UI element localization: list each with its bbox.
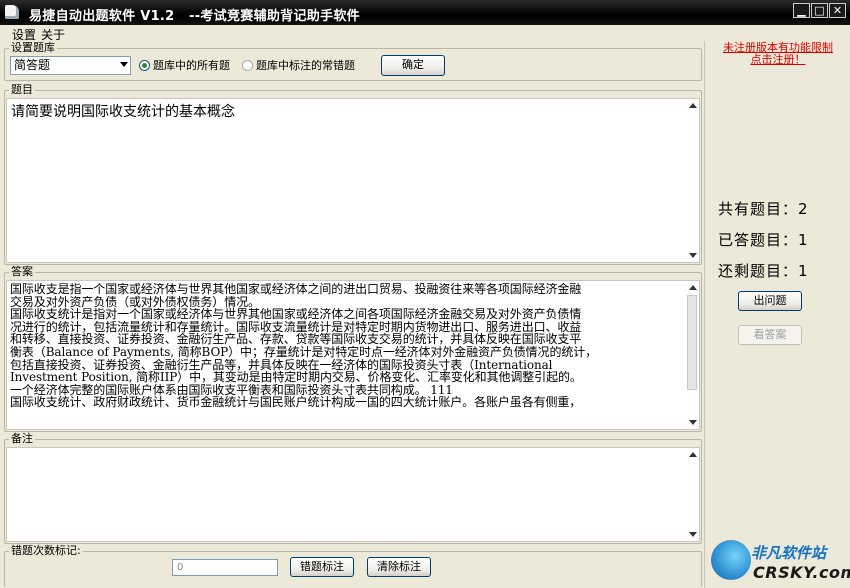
- notes-textarea[interactable]: [6, 447, 700, 542]
- answer-line: 交易及对外资产负债（或对外债权债务）情况。: [10, 295, 260, 309]
- question-scrollbar[interactable]: [686, 99, 699, 262]
- app-icon: [5, 5, 19, 19]
- answer-line: 一个经济体完整的国际账户体系由国际收支平衡表和国际投资头寸表共同构成。 111: [10, 383, 453, 397]
- menu-bar: 设置 关于: [0, 25, 705, 42]
- answered-label: 已答题目：: [718, 231, 799, 249]
- total-label: 共有题目：: [718, 200, 799, 218]
- question-legend: 题目: [9, 83, 35, 97]
- radio-marked-questions[interactable]: 题库中标注的常错题: [242, 59, 355, 72]
- next-question-button[interactable]: 出问题: [738, 291, 802, 311]
- window-title: 易捷自动出题软件 V1.2 --考试竞赛辅助背记助手软件: [29, 9, 360, 24]
- scroll-down-icon: [689, 532, 697, 537]
- question-type-value: 简答题: [14, 58, 51, 72]
- show-answer-button[interactable]: 看答案: [738, 325, 802, 345]
- crsky-logo-icon: [711, 540, 751, 580]
- scroll-up-icon: [689, 452, 697, 457]
- question-type-select[interactable]: 简答题: [10, 56, 131, 75]
- radio-unselected-icon: [242, 60, 253, 71]
- scroll-up-icon: [689, 285, 697, 290]
- notes-scrollbar[interactable]: [686, 448, 699, 541]
- clear-mark-button[interactable]: 清除标注: [367, 557, 431, 577]
- notes-legend: 备注: [9, 432, 35, 446]
- answer-line: 衡表（Balance of Payments, 简称BOP）中；存量统计是对特定…: [10, 345, 598, 359]
- scroll-thumb[interactable]: [687, 295, 697, 390]
- radio-all-label: 题库中的所有题: [153, 59, 230, 72]
- minimize-icon: ▁: [797, 4, 806, 17]
- scroll-down-icon: [689, 420, 697, 425]
- answer-text: 国际收支是指一个国家或经济体与世界其他国家或经济体之间的进出口贸易、投融资往来等…: [10, 283, 683, 409]
- confirm-button[interactable]: 确定: [381, 55, 445, 76]
- maximize-icon: □: [814, 4, 825, 17]
- answer-line: 和转移、直接投资、证券投资、金融衍生产品、存款、贷款等国际收支交易的统计，并具体…: [10, 333, 582, 346]
- radio-marked-label: 题库中标注的常错题: [256, 59, 355, 72]
- total-questions: 共有题目：2: [718, 198, 809, 219]
- answer-line: 国际收支统计、政府财政统计、货币金融统计与国民账户统计构成一国的四大统计账户。各…: [10, 396, 582, 409]
- answer-legend: 答案: [9, 265, 35, 279]
- question-text: 请简要说明国际收支统计的基本概念: [11, 104, 235, 120]
- remaining-questions: 还剩题目：1: [718, 260, 809, 281]
- close-icon: ✕: [832, 4, 843, 17]
- chevron-down-icon: [120, 62, 128, 67]
- answered-questions: 已答题目：1: [718, 229, 809, 250]
- scroll-up-icon: [689, 103, 697, 108]
- question-textarea[interactable]: 请简要说明国际收支统计的基本概念: [6, 98, 700, 263]
- close-button[interactable]: ✕: [829, 3, 846, 18]
- register-notice-link[interactable]: 未注册版本有功能限制 点击注册！: [706, 42, 850, 66]
- answer-line: Investment Position, 简称IIP）中，其变动是由特定时期内交…: [10, 371, 582, 384]
- panel-divider: [704, 41, 705, 588]
- answer-line: 况进行的统计，包括流量统计和存量统计。国际收支流量统计是对特定时期内货物进出口、…: [10, 320, 582, 334]
- answered-value: 1: [798, 231, 809, 249]
- title-bar: 易捷自动出题软件 V1.2 --考试竞赛辅助背记助手软件 ▁ □ ✕: [0, 0, 850, 25]
- radio-selected-icon: [139, 60, 150, 71]
- error-count-input[interactable]: 0: [172, 559, 278, 576]
- notice-line-2: 点击注册！: [750, 53, 806, 66]
- total-value: 2: [798, 200, 809, 218]
- minimize-button[interactable]: ▁: [793, 3, 810, 18]
- mark-error-button[interactable]: 错题标注: [290, 557, 354, 577]
- answer-textarea[interactable]: 国际收支是指一个国家或经济体与世界其他国家或经济体之间的进出口贸易、投融资往来等…: [6, 280, 700, 430]
- remaining-label: 还剩题目：: [718, 262, 799, 280]
- answer-line: 包括直接投资、证券投资、金融衍生产品等，并具体反映在一经济体的国际投资头寸表（I…: [10, 358, 553, 372]
- answer-line: 国际收支是指一个国家或经济体与世界其他国家或经济体之间的进出口贸易、投融资往来等…: [10, 283, 582, 296]
- maximize-button[interactable]: □: [811, 3, 828, 18]
- scroll-down-icon: [689, 253, 697, 258]
- radio-all-questions[interactable]: 题库中的所有题: [139, 59, 230, 72]
- answer-scrollbar[interactable]: [686, 281, 699, 429]
- watermark-text-cn: 非凡软件站: [751, 544, 827, 562]
- remaining-value: 1: [798, 262, 809, 280]
- error-mark-legend: 错题次数标记:: [9, 544, 83, 558]
- settings-legend: 设置题库: [9, 41, 57, 55]
- answer-line: 国际收支统计是指对一个国家或经济体与世界其他国家或经济体之间各项国际经济金融交易…: [10, 308, 582, 321]
- watermark-logo: 非凡软件站 CRSKY.com: [707, 538, 850, 588]
- watermark-text-en: CRSKY.com: [753, 563, 850, 582]
